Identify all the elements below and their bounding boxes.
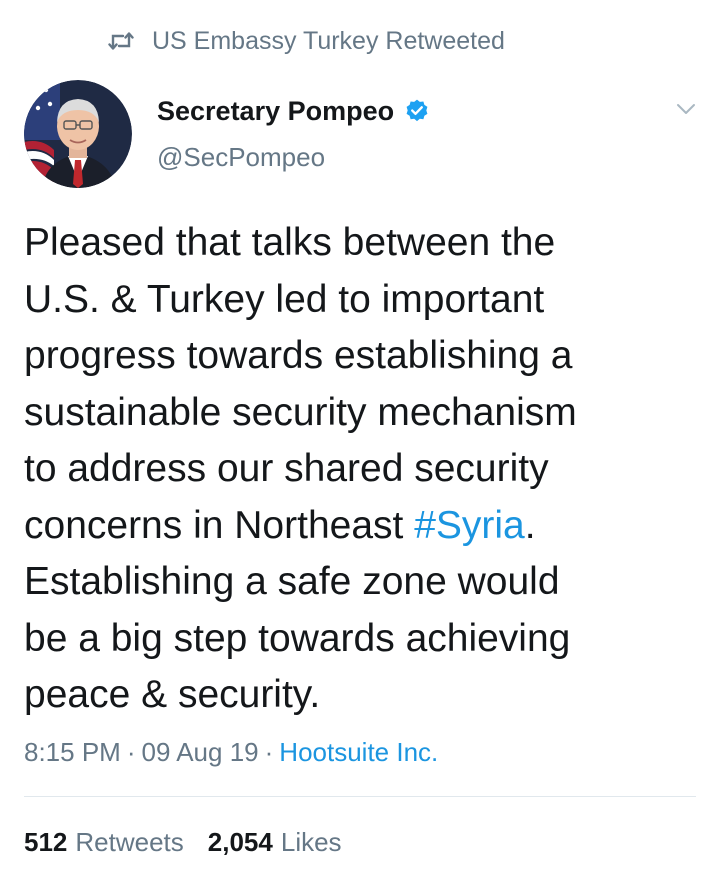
tweet-source-link[interactable]: Hootsuite Inc. [279, 737, 438, 768]
retweets-count: 512 [24, 826, 68, 857]
tweet-stats: 512 Retweets 2,054 Likes [24, 824, 342, 860]
retweets-label: Retweets [75, 826, 184, 857]
tweet-text: Pleased that talks between the U.S. & Tu… [24, 215, 700, 724]
author-name-row: Secretary Pompeo [157, 92, 430, 130]
tweet-date[interactable]: 09 Aug 19 [142, 737, 259, 768]
retweet-context-text: US Embassy Turkey Retweeted [152, 26, 505, 55]
likes-label: Likes [280, 826, 342, 857]
profile-photo [24, 80, 132, 188]
avatar[interactable] [24, 80, 132, 188]
meta-separator: · [126, 736, 136, 767]
author-name[interactable]: Secretary Pompeo [157, 96, 394, 127]
tweet-time[interactable]: 8:15 PM [24, 737, 121, 768]
author-handle[interactable]: @SecPompeo [157, 142, 430, 173]
retweet-icon [108, 32, 134, 50]
hashtag-link[interactable]: #Syria [414, 504, 525, 547]
likes-count: 2,054 [207, 826, 273, 857]
retweets-stat[interactable]: 512 Retweets [24, 827, 184, 858]
tweet-author[interactable]: Secretary Pompeo @SecPompeo [157, 92, 430, 173]
meta-separator: · [264, 736, 274, 767]
tweet-meta: 8:15 PM · 09 Aug 19 · Hootsuite Inc. [24, 734, 438, 770]
tweet-text-part-1: Pleased that talks between the U.S. & Tu… [24, 221, 577, 547]
divider [24, 796, 696, 797]
likes-stat[interactable]: 2,054 Likes [208, 827, 342, 858]
chevron-down-icon[interactable] [676, 102, 696, 116]
retweet-context[interactable]: US Embassy Turkey Retweeted [108, 24, 505, 58]
tweet-detail: US Embassy Turkey Retweeted Secretary Po… [0, 0, 720, 883]
verified-badge-icon [406, 99, 428, 122]
